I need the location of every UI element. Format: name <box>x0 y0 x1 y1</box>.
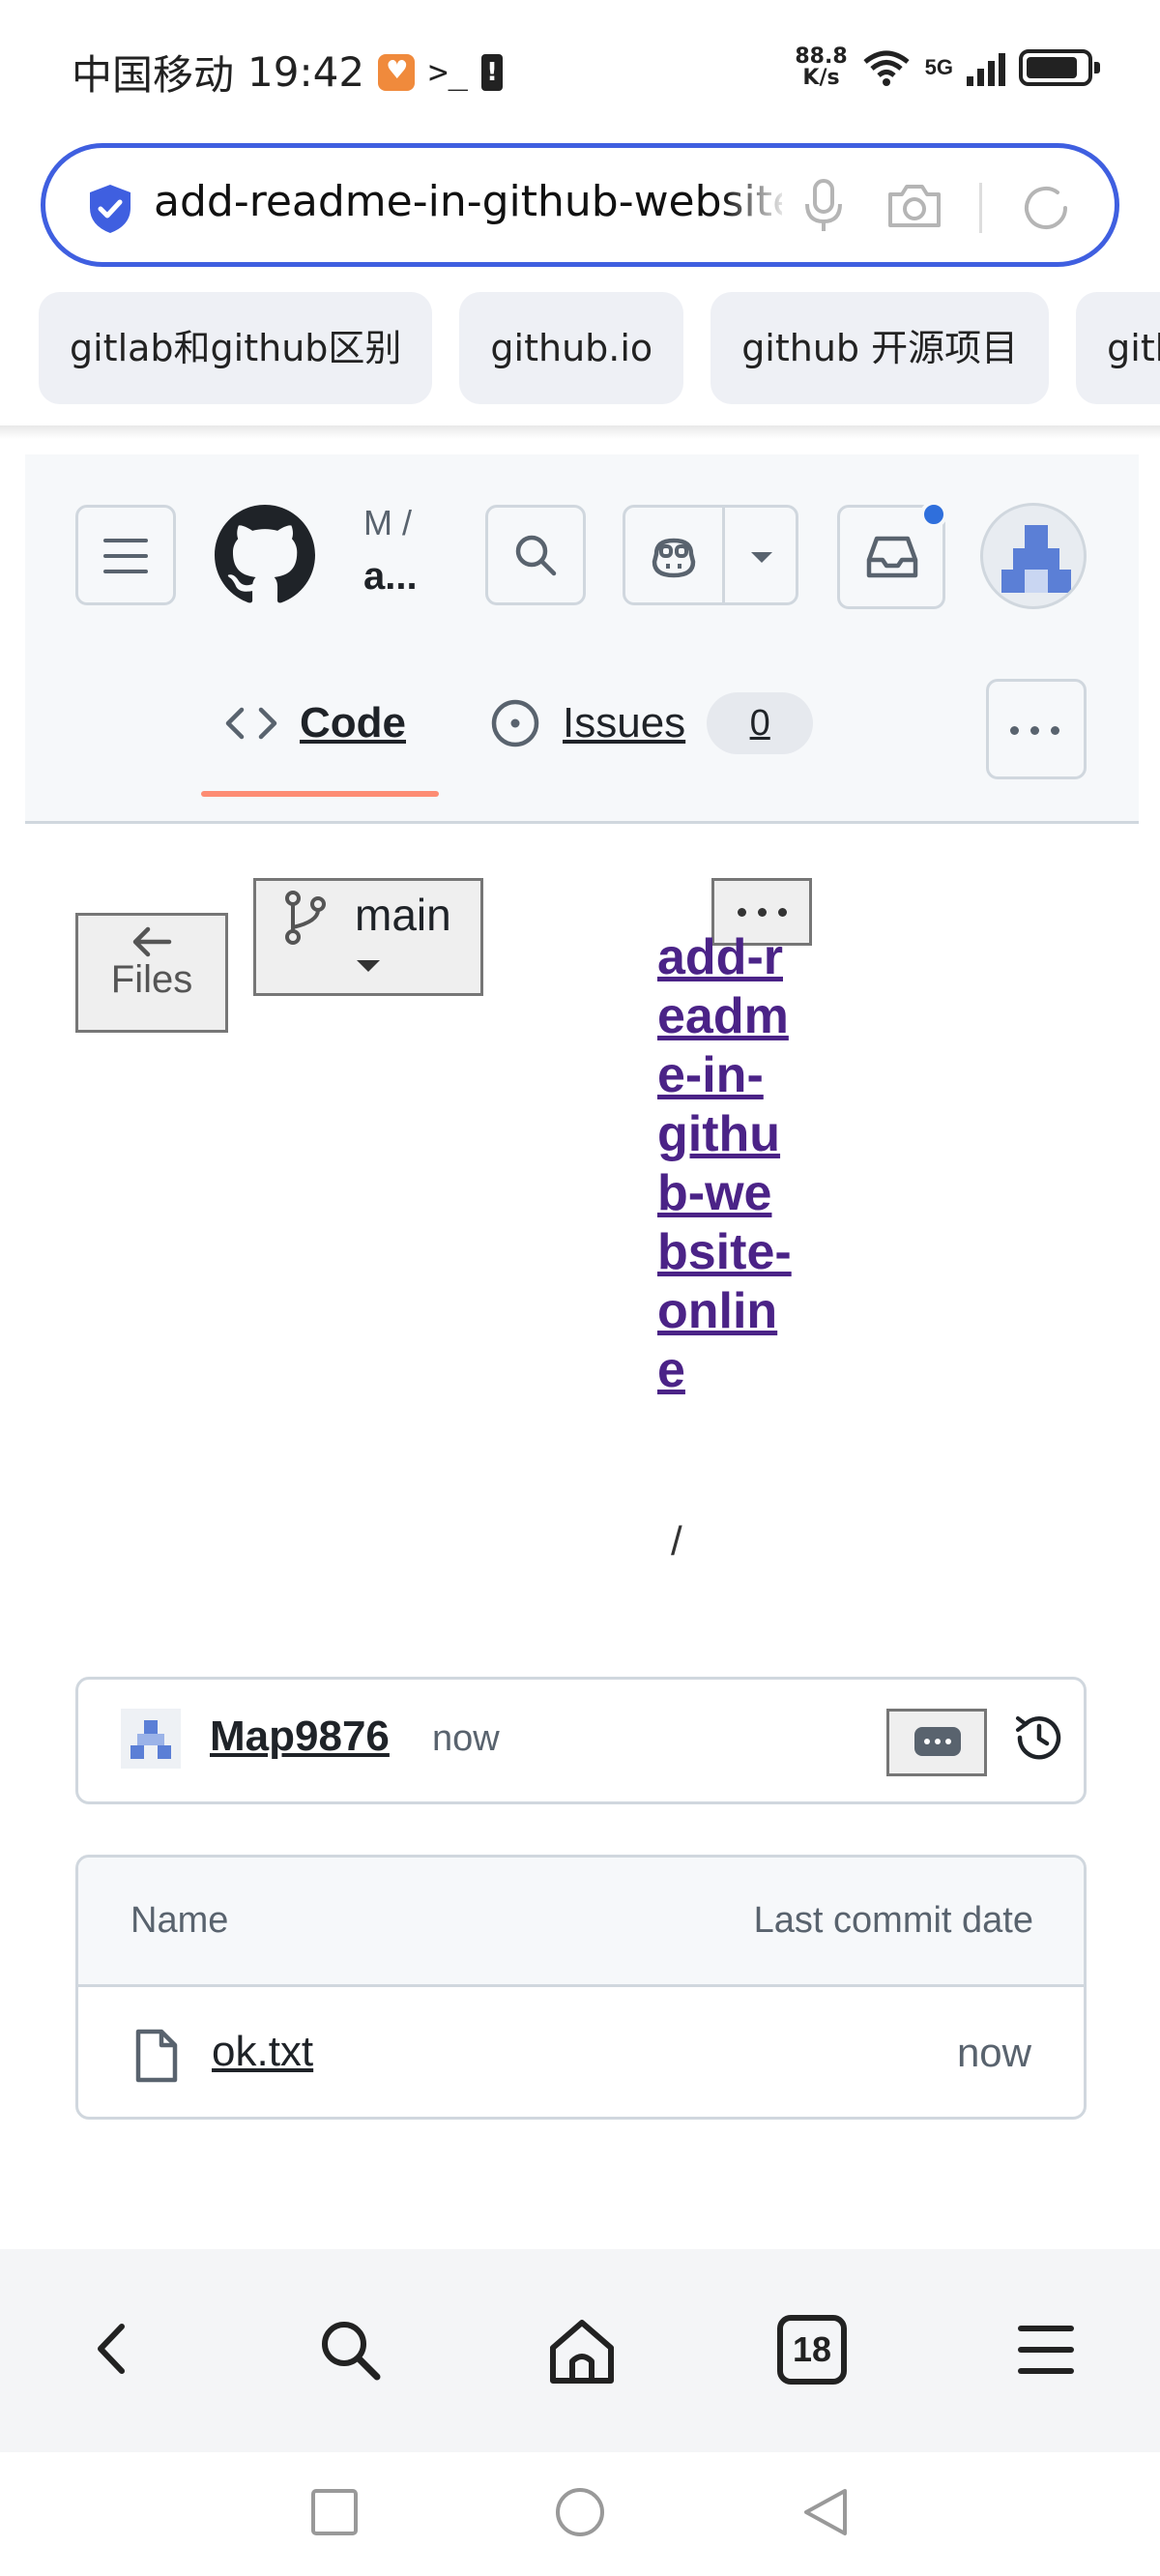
file-icon <box>135 2029 178 2083</box>
inbox-icon <box>866 536 918 578</box>
files-back-button[interactable]: Files <box>75 913 228 1033</box>
kebab-icon <box>1010 726 1059 735</box>
search-icon <box>515 535 557 576</box>
copilot-icon <box>652 538 696 578</box>
wifi-icon <box>863 50 910 86</box>
context-owner[interactable]: M / <box>363 503 412 543</box>
table-row[interactable]: ok.txt now <box>78 1989 1084 2117</box>
tab-code[interactable]: Code <box>224 685 406 762</box>
selected-tab-indicator <box>201 791 439 797</box>
mic-icon[interactable] <box>799 177 848 235</box>
file-table: Name Last commit date ok.txt now <box>75 1855 1087 2120</box>
suggestion-chip[interactable]: gitlab和github区别 <box>39 292 433 404</box>
terminal-icon: >_ <box>428 52 469 92</box>
issue-opened-icon <box>491 699 539 747</box>
tab-count: 18 <box>792 2329 832 2369</box>
code-icon <box>225 707 277 740</box>
copilot-button[interactable] <box>623 505 798 605</box>
issues-count-badge: 0 <box>707 692 814 754</box>
history-icon[interactable] <box>1010 1709 1068 1767</box>
github-header: M / a... Code Issues 0 <box>25 454 1139 824</box>
commit-author-avatar[interactable] <box>121 1709 181 1769</box>
arrow-left-icon <box>132 926 172 957</box>
column-header-date: Last commit date <box>753 1900 1033 1941</box>
back-icon[interactable] <box>79 2315 147 2383</box>
avatar[interactable] <box>980 503 1087 609</box>
menu-icon[interactable] <box>1017 2321 1075 2379</box>
status-bar: 中国移动 19:42 >_ ! 88.8 K/s 5G <box>0 0 1160 145</box>
commit-message-toggle[interactable] <box>886 1709 987 1776</box>
home-icon[interactable] <box>545 2315 619 2386</box>
status-right: 88.8 K/s 5G <box>795 46 1100 89</box>
branch-selector[interactable]: main <box>253 878 483 996</box>
ellipsis-icon <box>914 1727 961 1756</box>
commit-time: now <box>432 1718 500 1759</box>
net-speed: 88.8 K/s <box>795 46 847 89</box>
notification-dot <box>920 501 947 528</box>
files-label: Files <box>110 958 193 1001</box>
suggestion-chip[interactable]: github.io <box>459 292 684 404</box>
shield-icon <box>90 185 130 233</box>
file-commit-date: now <box>956 2030 1031 2075</box>
url-separator <box>979 183 982 233</box>
back-triangle-icon[interactable] <box>800 2485 851 2539</box>
suggestion-chips: gitlab和github区别 github.io github 开源项目 gi… <box>39 292 1160 404</box>
network-type: 5G <box>924 55 953 79</box>
more-options-button[interactable] <box>986 679 1087 779</box>
tab-issues[interactable]: Issues 0 <box>489 685 814 762</box>
chevron-down-icon[interactable] <box>749 550 774 566</box>
browser-bottom-bar: 18 <box>0 2249 1160 2452</box>
system-navigation-bar <box>0 2452 1160 2576</box>
identicon-icon <box>1001 525 1071 593</box>
breadcrumb-repo-link[interactable]: add-readme-in-github-website-online <box>657 928 793 1400</box>
toolbar-shadow <box>0 425 1160 439</box>
net-speed-unit: K/s <box>802 66 840 90</box>
url-fade <box>722 167 790 245</box>
suggestion-chip[interactable]: gith <box>1076 292 1160 404</box>
clock: 19:42 <box>247 48 365 96</box>
suggestion-chip[interactable]: github 开源项目 <box>710 292 1050 404</box>
search-icon[interactable] <box>315 2315 387 2386</box>
tab-label: Code <box>300 699 406 746</box>
address-bar[interactable]: add-readme-in-github-website-online <box>41 143 1119 267</box>
table-header: Name Last commit date <box>78 1858 1084 1987</box>
column-header-name: Name <box>130 1900 229 1941</box>
latest-commit: Map9876 now <box>75 1677 1087 1804</box>
copilot-separator <box>722 508 725 602</box>
url-text[interactable]: add-readme-in-github-website-online <box>154 177 782 226</box>
file-name-link[interactable]: ok.txt <box>212 2028 313 2076</box>
tabs-icon[interactable]: 18 <box>777 2315 847 2385</box>
net-speed-value: 88.8 <box>795 44 848 69</box>
camera-icon[interactable] <box>884 181 944 231</box>
carrier-name: 中国移动 <box>72 51 235 99</box>
home-circle-icon[interactable] <box>553 2485 607 2539</box>
kebab-icon <box>738 908 787 917</box>
signal-icon <box>967 49 1005 86</box>
status-left: 中国移动 19:42 >_ ! <box>72 43 504 102</box>
commit-author[interactable]: Map9876 <box>210 1712 390 1761</box>
menu-button[interactable] <box>75 505 176 605</box>
github-logo-icon[interactable] <box>215 505 315 605</box>
breadcrumb-separator: / <box>671 1518 682 1564</box>
tab-label: Issues <box>563 699 686 746</box>
app-notification-icon <box>378 53 416 91</box>
alert-icon: ! <box>481 53 504 91</box>
chevron-down-icon <box>357 960 380 972</box>
battery-icon <box>1019 49 1100 86</box>
branch-name: main <box>355 890 451 940</box>
recents-icon[interactable] <box>309 2487 360 2537</box>
context-repo[interactable]: a... <box>363 555 418 599</box>
search-button[interactable] <box>485 505 586 605</box>
reload-icon[interactable] <box>1017 179 1075 237</box>
git-branch-icon <box>285 891 326 945</box>
